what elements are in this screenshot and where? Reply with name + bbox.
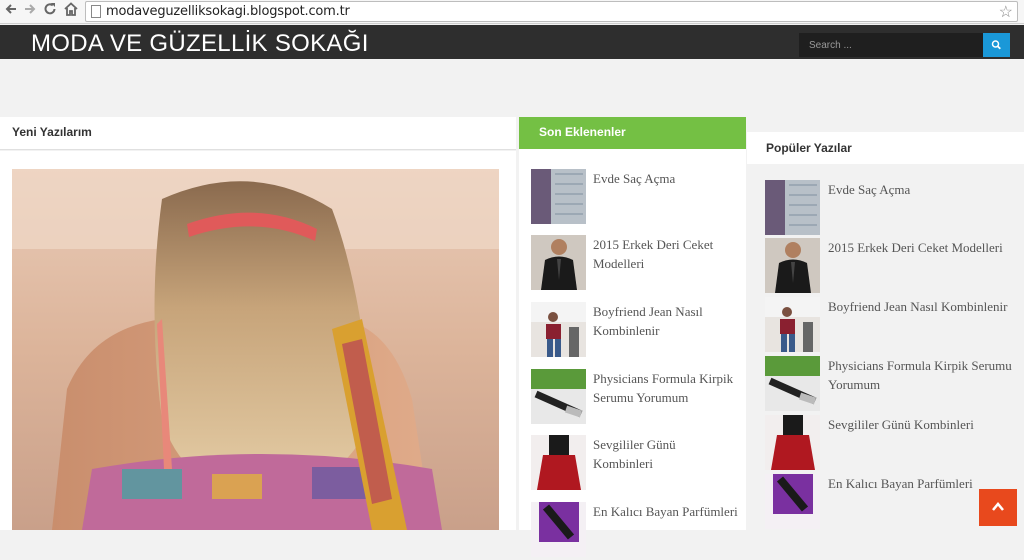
- back-button[interactable]: [2, 2, 20, 20]
- chevron-up-icon: [992, 502, 1004, 511]
- popular-post-item[interactable]: 2015 Erkek Deri Ceket Modelleri: [765, 238, 1020, 293]
- forward-button[interactable]: [21, 2, 39, 20]
- post-title[interactable]: Boyfriend Jean Nasıl Kombinlenir: [593, 302, 738, 340]
- popular-posts-title: Popüler Yazılar: [766, 141, 852, 155]
- popular-post-item[interactable]: Evde Saç Açma: [765, 180, 1020, 235]
- post-title[interactable]: Evde Saç Açma: [593, 169, 738, 188]
- post-thumbnail[interactable]: [765, 297, 820, 352]
- featured-post-image[interactable]: [12, 169, 499, 530]
- post-title[interactable]: En Kalıcı Bayan Parfümleri: [593, 502, 738, 521]
- post-thumbnail[interactable]: [765, 415, 820, 470]
- recent-post-item[interactable]: En Kalıcı Bayan Parfümleri: [531, 502, 741, 560]
- search-input[interactable]: [799, 33, 983, 57]
- recent-posts-header: Son Eklenenler: [519, 117, 746, 149]
- latest-posts-header: Yeni Yazılarım: [0, 117, 516, 150]
- post-title[interactable]: Boyfriend Jean Nasıl Kombinlenir: [828, 297, 1018, 316]
- popular-posts-header: Popüler Yazılar: [747, 132, 1024, 164]
- arrow-left-icon: [5, 4, 16, 14]
- post-title[interactable]: 2015 Erkek Deri Ceket Modelleri: [828, 238, 1018, 257]
- recent-posts-panel: Evde Saç Açma 2015 Erkek Deri Ceket Mode…: [519, 149, 746, 557]
- reload-button[interactable]: [41, 2, 59, 20]
- recent-post-item[interactable]: 2015 Erkek Deri Ceket Modelleri: [531, 235, 741, 293]
- post-thumbnail[interactable]: [531, 302, 586, 357]
- popular-posts-panel: Evde Saç Açma 2015 Erkek Deri Ceket Mode…: [747, 166, 1024, 530]
- site-title[interactable]: MODA VE GÜZELLİK SOKAĞI: [31, 30, 369, 58]
- post-thumbnail[interactable]: [531, 235, 586, 290]
- post-title[interactable]: Sevgililer Günü Kombinleri: [593, 435, 738, 473]
- post-thumbnail[interactable]: [531, 369, 586, 424]
- popular-post-item[interactable]: Boyfriend Jean Nasıl Kombinlenir: [765, 297, 1020, 352]
- latest-posts-title: Yeni Yazılarım: [12, 125, 92, 139]
- popular-post-item[interactable]: Physicians Formula Kirpik Serumu Yorumum: [765, 356, 1020, 411]
- post-title[interactable]: Physicians Formula Kirpik Serumu Yorumum: [593, 369, 738, 407]
- post-title[interactable]: Evde Saç Açma: [828, 180, 1018, 199]
- post-thumbnail[interactable]: [765, 474, 820, 529]
- browser-toolbar: modaveguzelliksokagi.blogspot.com.tr ☆: [0, 0, 1024, 24]
- arrow-right-icon: [25, 4, 36, 14]
- post-title[interactable]: 2015 Erkek Deri Ceket Modelleri: [593, 235, 738, 273]
- star-icon[interactable]: ☆: [999, 2, 1013, 22]
- recent-post-item[interactable]: Boyfriend Jean Nasıl Kombinlenir: [531, 302, 741, 360]
- home-icon: [64, 2, 78, 16]
- site-header: MODA VE GÜZELLİK SOKAĞI: [0, 25, 1024, 59]
- recent-posts-title: Son Eklenenler: [539, 125, 626, 139]
- recent-post-item[interactable]: Sevgililer Günü Kombinleri: [531, 435, 741, 493]
- scroll-top-button[interactable]: [979, 489, 1017, 526]
- post-thumbnail[interactable]: [765, 356, 820, 411]
- address-bar[interactable]: modaveguzelliksokagi.blogspot.com.tr ☆: [85, 1, 1018, 22]
- reload-icon: [44, 3, 56, 15]
- post-thumbnail[interactable]: [765, 180, 820, 235]
- home-button[interactable]: [62, 2, 80, 20]
- recent-post-item[interactable]: Physicians Formula Kirpik Serumu Yorumum: [531, 369, 741, 427]
- page-icon: [91, 5, 101, 18]
- url-text: modaveguzelliksokagi.blogspot.com.tr: [106, 4, 350, 19]
- featured-photo: [12, 169, 499, 530]
- popular-post-item[interactable]: Sevgililer Günü Kombinleri: [765, 415, 1020, 470]
- search-icon: [991, 40, 1001, 50]
- post-thumbnail[interactable]: [531, 435, 586, 490]
- post-thumbnail[interactable]: [531, 169, 586, 224]
- post-title[interactable]: Physicians Formula Kirpik Serumu Yorumum: [828, 356, 1018, 394]
- search-button[interactable]: [983, 33, 1010, 57]
- recent-post-item[interactable]: Evde Saç Açma: [531, 169, 741, 227]
- post-title[interactable]: Sevgililer Günü Kombinleri: [828, 415, 1018, 434]
- post-thumbnail[interactable]: [765, 238, 820, 293]
